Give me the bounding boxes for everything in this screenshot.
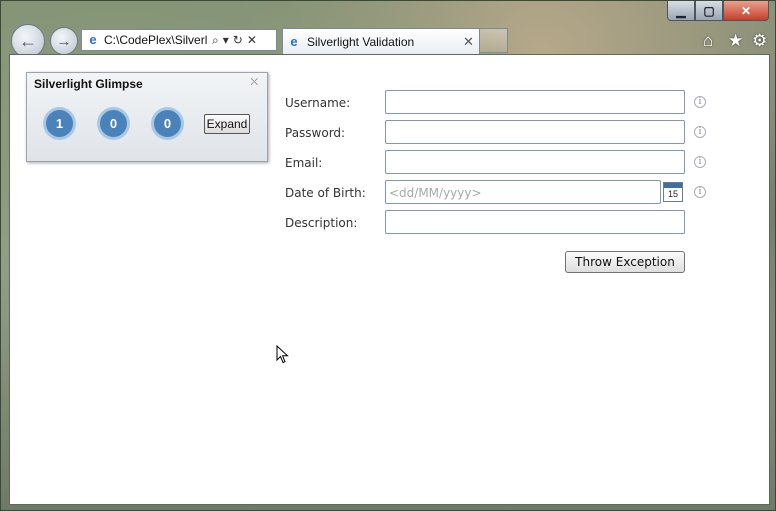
minimize-button[interactable]: ▁	[667, 1, 695, 21]
window-caption-buttons: ▁ ▢ ✕	[667, 1, 769, 21]
silverlight-glimpse-panel: Silverlight Glimpse ⛌ 1 0 0 Expand	[26, 72, 268, 162]
home-icon[interactable]: ⌂	[703, 31, 713, 51]
browser-window: ▁ ▢ ✕ ← → e C:\CodePlex\Silverl ⌕ ▾ ↻ ✕ …	[0, 0, 776, 511]
dropdown-icon[interactable]: ▾	[223, 33, 229, 47]
glimpse-counter-1[interactable]: 1	[43, 107, 76, 140]
close-tab-icon[interactable]: ✕	[463, 34, 474, 50]
glimpse-close-icon[interactable]: ⛌	[251, 77, 258, 88]
back-button[interactable]: ←	[11, 24, 45, 58]
refresh-icon[interactable]: ↻	[233, 33, 243, 47]
glimpse-title: Silverlight Glimpse	[34, 77, 143, 91]
calendar-day: 15	[667, 189, 678, 199]
stop-icon[interactable]: ✕	[247, 33, 257, 47]
password-label: Password:	[285, 126, 346, 140]
description-label: Description:	[285, 216, 358, 230]
star-icon[interactable]: ★	[728, 31, 743, 51]
glimpse-counter-3[interactable]: 0	[151, 107, 184, 140]
forward-button[interactable]: →	[50, 27, 78, 55]
mouse-cursor-icon	[276, 345, 289, 364]
description-field[interactable]	[385, 210, 685, 234]
email-info-icon[interactable]: i	[694, 156, 706, 168]
throw-exception-button[interactable]: Throw Exception	[565, 251, 685, 273]
page-content: Silverlight Glimpse ⛌ 1 0 0 Expand Usern…	[9, 54, 770, 505]
tab-silverlight-validation[interactable]: e Silverlight Validation ✕	[282, 28, 480, 54]
date-of-birth-label: Date of Birth:	[285, 186, 366, 200]
username-label: Username:	[285, 96, 351, 110]
address-bar[interactable]: e C:\CodePlex\Silverl ⌕ ▾ ↻ ✕	[81, 29, 277, 51]
gear-icon[interactable]: ⚙	[752, 31, 767, 51]
back-arrow-icon: ←	[19, 30, 37, 51]
maximize-button[interactable]: ▢	[695, 1, 723, 21]
email-label: Email:	[285, 156, 323, 170]
glimpse-counter-2[interactable]: 0	[97, 107, 130, 140]
ie-tab-icon: e	[290, 33, 298, 49]
address-text[interactable]: C:\CodePlex\Silverl	[104, 33, 208, 47]
password-info-icon[interactable]: i	[694, 126, 706, 138]
date-of-birth-field[interactable]: <dd/MM/yyyy>	[385, 180, 661, 204]
new-tab-button[interactable]	[480, 28, 508, 53]
search-icon[interactable]: ⌕	[212, 33, 219, 48]
tab-title: Silverlight Validation	[307, 34, 415, 49]
ie-page-icon: e	[89, 32, 97, 47]
close-window-button[interactable]: ✕	[723, 1, 769, 21]
email-field[interactable]	[385, 150, 685, 174]
forward-arrow-icon: →	[56, 32, 72, 50]
username-info-icon[interactable]: i	[694, 96, 706, 108]
calendar-button[interactable]: 15	[663, 182, 683, 202]
password-field[interactable]	[385, 120, 685, 144]
date-of-birth-info-icon[interactable]: i	[694, 186, 706, 198]
expand-button[interactable]: Expand	[204, 114, 250, 134]
username-field[interactable]	[385, 90, 685, 114]
